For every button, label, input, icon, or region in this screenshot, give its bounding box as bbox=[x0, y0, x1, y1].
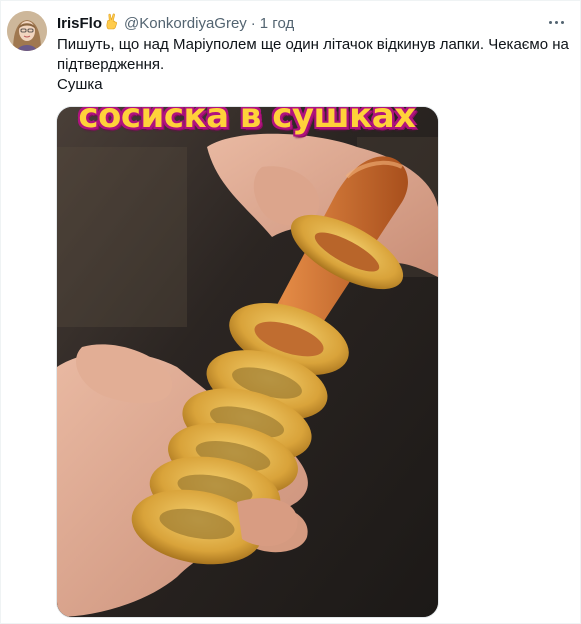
tweet-card[interactable]: IrisFlo @KonkordiyaGrey · 1 год Пишуть, що… bbox=[0, 0, 581, 624]
media-banner-text: сосиска в сушках bbox=[78, 106, 416, 136]
tweet-media-image[interactable]: сосиска в сушках bbox=[56, 106, 439, 618]
victory-hand-emoji-icon bbox=[106, 13, 118, 30]
tweet-text-line: Сушка bbox=[57, 76, 103, 93]
author-handle[interactable]: @KonkordiyaGrey bbox=[124, 15, 247, 32]
author-name[interactable]: IrisFlo bbox=[57, 15, 102, 32]
avatar-image bbox=[7, 11, 47, 51]
tweet-text: Пишуть, що над Маріуполем ще один літачо… bbox=[57, 35, 573, 95]
sausage-with-bagels-photo bbox=[57, 107, 438, 617]
separator-dot: · bbox=[250, 15, 256, 32]
tweet-text-line: Пишуть, що над Маріуполем ще один літачо… bbox=[57, 36, 569, 73]
avatar[interactable] bbox=[7, 11, 47, 51]
more-options-icon[interactable] bbox=[546, 13, 566, 31]
tweet-header: IrisFlo @KonkordiyaGrey · 1 год bbox=[57, 13, 540, 34]
timestamp[interactable]: 1 год bbox=[260, 15, 294, 32]
